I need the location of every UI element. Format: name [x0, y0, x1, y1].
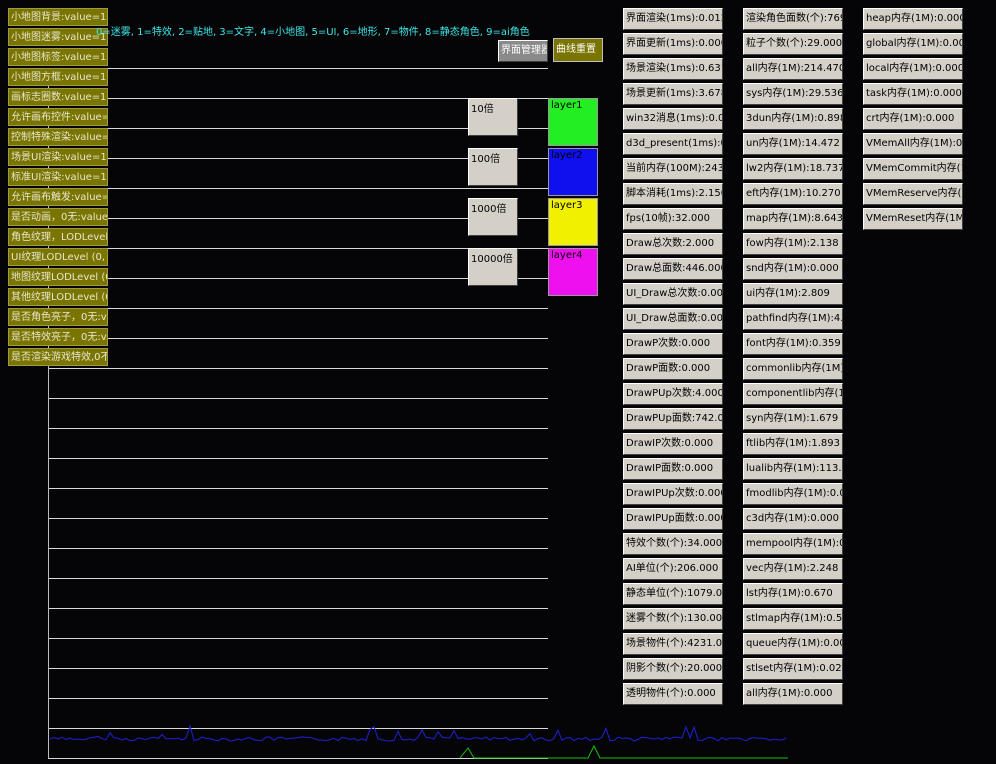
- stat-cell[interactable]: c3d内存(1M):0.000: [743, 508, 843, 530]
- render-toggle-item[interactable]: 控制特殊渲染:value=0: [8, 128, 108, 146]
- render-toggle-item[interactable]: 标准UI渲染:value=1: [8, 168, 108, 186]
- stat-cell[interactable]: componentlib内存(1M: [743, 383, 843, 405]
- stat-cell[interactable]: stlmap内存(1M):0.595: [743, 608, 843, 630]
- stat-cell[interactable]: crt内存(1M):0.000: [863, 108, 963, 130]
- stat-cell[interactable]: 3dun内存(1M):0.898: [743, 108, 843, 130]
- stat-cell[interactable]: Draw总次数:2.000: [623, 233, 723, 255]
- stat-cell[interactable]: DrawIPUp面数:0.000: [623, 508, 723, 530]
- stat-cell[interactable]: snd内存(1M):0.000: [743, 258, 843, 280]
- stat-cell[interactable]: fow内存(1M):2.138: [743, 233, 843, 255]
- layer3-button[interactable]: layer3: [548, 198, 598, 246]
- layer2-button[interactable]: layer2: [548, 148, 598, 196]
- layer1-button[interactable]: layer1: [548, 98, 598, 146]
- stat-cell[interactable]: vec内存(1M):2.248: [743, 558, 843, 580]
- stat-cell[interactable]: fps(10帧):32.000: [623, 208, 723, 230]
- stat-cell[interactable]: Draw总面数:446.000: [623, 258, 723, 280]
- stat-cell[interactable]: VMemCommit内存(1M: [863, 158, 963, 180]
- stat-cell[interactable]: mempool内存(1M):0.0: [743, 533, 843, 555]
- stat-cell[interactable]: 迷雾个数(个):130.000: [623, 608, 723, 630]
- render-toggle-item[interactable]: 小地图标签:value=1: [8, 48, 108, 66]
- render-toggle-item[interactable]: 是否渲染游戏特效,0不: [8, 348, 108, 366]
- graph-series-blue: [49, 724, 787, 742]
- stat-cell[interactable]: DrawP次数:0.000: [623, 333, 723, 355]
- stat-cell[interactable]: 脚本消耗(1ms):2.150: [623, 183, 723, 205]
- stat-cell[interactable]: VMemReset内存(1M):0: [863, 208, 963, 230]
- stat-cell[interactable]: 渲染角色面数(个):769: [743, 8, 843, 30]
- render-toggle-item[interactable]: 是否特效亮子，0无:va: [8, 328, 108, 346]
- stat-cell[interactable]: commonlib内存(1M):0: [743, 358, 843, 380]
- stat-cell[interactable]: un内存(1M):14.472: [743, 133, 843, 155]
- render-toggle-item[interactable]: 地图纹理LODLevel (0: [8, 268, 108, 286]
- stat-cell[interactable]: UI_Draw总面数:0.000: [623, 308, 723, 330]
- render-toggle-item[interactable]: 角色纹理，LODLevel: [8, 228, 108, 246]
- stat-cell[interactable]: all内存(1M):214.470: [743, 58, 843, 80]
- stat-cell[interactable]: DrawIP面数:0.000: [623, 458, 723, 480]
- stat-cell[interactable]: 场景更新(1ms):3.678: [623, 83, 723, 105]
- render-toggle-item[interactable]: 是否动画，0无:value=: [8, 208, 108, 226]
- multiplier-100x-button[interactable]: 100倍: [468, 148, 518, 186]
- layer-legend-hint: 0=迷雾, 1=特效, 2=贴地, 3=文字, 4=小地图, 5=UI, 6=地…: [96, 27, 530, 38]
- stat-cell[interactable]: DrawPUp面数:742.000: [623, 408, 723, 430]
- render-toggle-item[interactable]: 小地图方框:value=1: [8, 68, 108, 86]
- stat-cell[interactable]: queue内存(1M):0.000: [743, 633, 843, 655]
- render-toggle-item[interactable]: 小地图背景:value=1: [8, 8, 108, 26]
- render-toggle-item[interactable]: 允许画布控件:value=1: [8, 108, 108, 126]
- stat-cell[interactable]: task内存(1M):0.000: [863, 83, 963, 105]
- layer4-button[interactable]: layer4: [548, 248, 598, 296]
- render-toggle-item[interactable]: 其他纹理LODLevel (0: [8, 288, 108, 306]
- multiplier-1000x-button[interactable]: 1000倍: [468, 198, 518, 236]
- stat-cell[interactable]: all内存(1M):0.000: [743, 683, 843, 705]
- stat-cell[interactable]: DrawP面数:0.000: [623, 358, 723, 380]
- stat-cell[interactable]: lst内存(1M):0.670: [743, 583, 843, 605]
- stat-cell[interactable]: 界面更新(1ms):0.000: [623, 33, 723, 55]
- stat-cell[interactable]: global内存(1M):0.000: [863, 33, 963, 55]
- stat-cell[interactable]: 静态单位(个):1079.000: [623, 583, 723, 605]
- stat-cell[interactable]: pathfind内存(1M):4.48: [743, 308, 843, 330]
- stat-cell[interactable]: d3d_present(1ms):0.2: [623, 133, 723, 155]
- stat-cell[interactable]: 当前内存(100M):243.4: [623, 158, 723, 180]
- stat-cell[interactable]: ftlib内存(1M):1.893: [743, 433, 843, 455]
- render-toggle-item[interactable]: 画标志圈数:value=1: [8, 88, 108, 106]
- stat-cell[interactable]: AI单位(个):206.000: [623, 558, 723, 580]
- stat-cell[interactable]: fmodlib内存(1M):0.086: [743, 483, 843, 505]
- stat-cell[interactable]: syn内存(1M):1.679: [743, 408, 843, 430]
- render-toggle-item[interactable]: UI纹理LODLevel (0,: [8, 248, 108, 266]
- render-toggle-item[interactable]: 允许画布触发:value=1: [8, 188, 108, 206]
- stat-cell[interactable]: win32消息(1ms):0.000: [623, 108, 723, 130]
- stat-cell[interactable]: VMemAll内存(1M):0.00: [863, 133, 963, 155]
- stat-cell[interactable]: 阴影个数(个):20.000: [623, 658, 723, 680]
- graph-series-green: [459, 744, 788, 759]
- stat-cell[interactable]: lualib内存(1M):113.768: [743, 458, 843, 480]
- stat-cell[interactable]: map内存(1M):8.643: [743, 208, 843, 230]
- multiplier-10000x-button[interactable]: 10000倍: [468, 248, 518, 286]
- ui-manager-button[interactable]: 界面管理器: [498, 40, 548, 62]
- stat-cell[interactable]: ui内存(1M):2.809: [743, 283, 843, 305]
- stat-cell[interactable]: 特效个数(个):34.000: [623, 533, 723, 555]
- stat-cell[interactable]: 粒子个数(个):29.000: [743, 33, 843, 55]
- render-toggle-item[interactable]: 小地图迷雾:value=1: [8, 28, 108, 46]
- render-toggle-item[interactable]: 场景UI渲染:value=1: [8, 148, 108, 166]
- stat-cell[interactable]: DrawIP次数:0.000: [623, 433, 723, 455]
- stat-cell[interactable]: local内存(1M):0.000: [863, 58, 963, 80]
- stat-cell[interactable]: DrawIPUp次数:0.000: [623, 483, 723, 505]
- stat-cell[interactable]: 透明物件(个):0.000: [623, 683, 723, 705]
- stat-cell[interactable]: sys内存(1M):29.536: [743, 83, 843, 105]
- stat-cell[interactable]: DrawPUp次数:4.000: [623, 383, 723, 405]
- stat-cell[interactable]: font内存(1M):0.359: [743, 333, 843, 355]
- stat-cell[interactable]: 界面渲染(1ms):0.012: [623, 8, 723, 30]
- render-toggle-item[interactable]: 是否角色亮子，0无:va: [8, 308, 108, 326]
- stat-cell[interactable]: stlset内存(1M):0.029: [743, 658, 843, 680]
- stat-cell[interactable]: eft内存(1M):10.270: [743, 183, 843, 205]
- stat-cell[interactable]: 场景物件(个):4231.000: [623, 633, 723, 655]
- stat-cell[interactable]: 场景渲染(1ms):0.631: [623, 58, 723, 80]
- curve-reset-button[interactable]: 曲线重置: [553, 38, 603, 62]
- stat-cell[interactable]: heap内存(1M):0.000: [863, 8, 963, 30]
- multiplier-10x-button[interactable]: 10倍: [468, 98, 518, 136]
- stat-cell[interactable]: UI_Draw总次数:0.000: [623, 283, 723, 305]
- stat-cell[interactable]: lw2内存(1M):18.737: [743, 158, 843, 180]
- stat-cell[interactable]: VMemReserve内存(1M: [863, 183, 963, 205]
